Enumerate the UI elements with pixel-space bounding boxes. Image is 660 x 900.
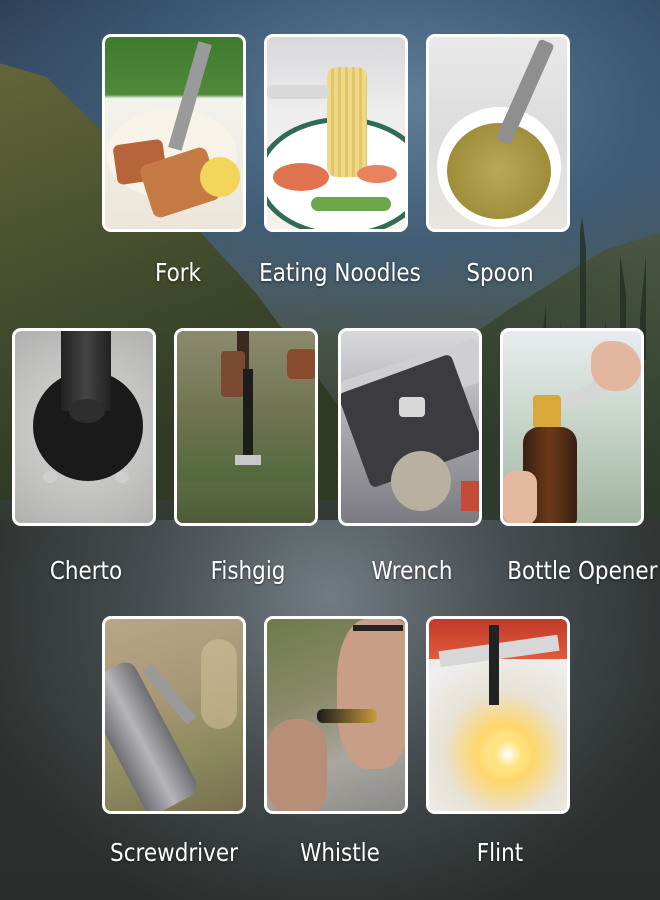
cherto-label: Cherto <box>49 556 123 585</box>
fork-photo <box>102 34 246 232</box>
fork-label: Fork <box>154 258 202 287</box>
spoon-label: Spoon <box>466 258 534 287</box>
eating-noodles-photo <box>264 34 408 232</box>
bottle-opener-label: Bottle Opener <box>507 556 658 585</box>
whistle-label: Whistle <box>300 838 380 867</box>
flint-photo <box>426 616 570 814</box>
fishgig-label: Fishgig <box>210 556 286 585</box>
wrench-label: Wrench <box>371 556 453 585</box>
whistle-photo <box>264 616 408 814</box>
cherto-photo <box>12 328 156 526</box>
screwdriver-label: Screwdriver <box>110 838 238 867</box>
wrench-photo <box>338 328 482 526</box>
screwdriver-photo <box>102 616 246 814</box>
fishgig-photo <box>174 328 318 526</box>
eating-noodles-label: Eating Noodles <box>259 258 421 287</box>
spoon-photo <box>426 34 570 232</box>
bottle-opener-photo <box>500 328 644 526</box>
flint-label: Flint <box>476 838 524 867</box>
